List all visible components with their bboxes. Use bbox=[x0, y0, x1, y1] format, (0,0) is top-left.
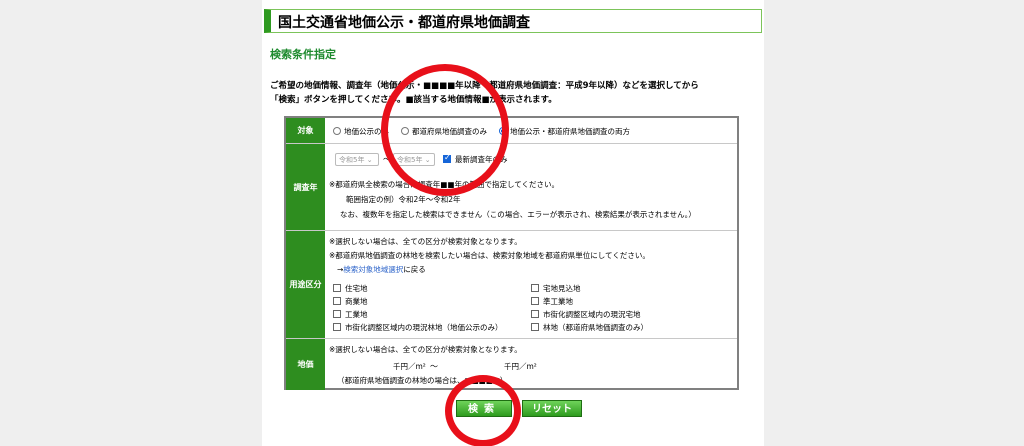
price-min-unit: 千円／m² bbox=[393, 362, 426, 371]
use-note-1: ※選択しない場合は、全ての区分が検索対象となります。 bbox=[329, 237, 522, 246]
use-left-checkbox-4[interactable] bbox=[333, 323, 341, 331]
page-title-bar: 国土交通省地価公示・都道府県地価調査 bbox=[264, 9, 762, 33]
target-option-3[interactable]: 地価公示・都道府県地価調査の両方 bbox=[510, 126, 630, 137]
use-right-label-2[interactable]: 準工業地 bbox=[543, 296, 573, 307]
use-right-label-1[interactable]: 宅地見込地 bbox=[543, 283, 581, 294]
chevron-down-icon: ⌄ bbox=[366, 156, 373, 164]
year-from-select[interactable]: 令和5年 ⌄ bbox=[335, 153, 379, 166]
region-link-line: →検索対象地域選択に戻る bbox=[337, 264, 426, 275]
use-left-label-2[interactable]: 商業地 bbox=[345, 296, 368, 307]
use-right-checkbox-3[interactable] bbox=[531, 310, 539, 318]
price-label: 地価 bbox=[286, 339, 325, 390]
price-max-input[interactable] bbox=[444, 360, 502, 372]
price-max-unit: 千円／m² bbox=[504, 362, 537, 371]
use-left-checkbox-2[interactable] bbox=[333, 297, 341, 305]
year-note-3: なお、複数年を指定した検索はできません（この場合、エラーが表示され、検索結果が表… bbox=[340, 210, 696, 219]
use-row: 用途区分 ※選択しない場合は、全ての区分が検索対象となります。 ※都道府県地価調… bbox=[286, 231, 737, 339]
use-right-label-4[interactable]: 林地（都道府県地価調査のみ） bbox=[543, 322, 648, 333]
use-left-checkbox-3[interactable] bbox=[333, 310, 341, 318]
price-separator: 〜 bbox=[430, 362, 438, 371]
highlight-circle-top bbox=[381, 64, 509, 196]
highlight-circle-bottom bbox=[445, 375, 521, 446]
use-label: 用途区分 bbox=[286, 231, 325, 338]
page-title: 国土交通省地価公示・都道府県地価調査 bbox=[278, 15, 530, 31]
use-note-2: ※都道府県地価調査の林地を検索したい場合は、検索対象地域を都道府県単位にしてくだ… bbox=[329, 251, 650, 260]
use-right-checkbox-2[interactable] bbox=[531, 297, 539, 305]
use-left-label-1[interactable]: 住宅地 bbox=[345, 283, 368, 294]
use-left-label-4[interactable]: 市街化調整区域内の現況林地（地価公示のみ） bbox=[345, 322, 503, 333]
year-row: 調査年 令和5年 ⌄ 〜 令和5年 ⌄ 最新調査年のみ ※都道府県全検索の場合は… bbox=[286, 144, 737, 231]
price-min-input[interactable] bbox=[333, 360, 391, 372]
use-right-checkbox-1[interactable] bbox=[531, 284, 539, 292]
price-row: 地価 ※選択しない場合は、全ての区分が検索対象となります。 千円／m² 〜 千円… bbox=[286, 339, 737, 390]
reset-button[interactable]: リセット bbox=[522, 400, 582, 417]
region-select-link[interactable]: 検索対象地域選択 bbox=[343, 265, 403, 274]
use-left-label-3[interactable]: 工業地 bbox=[345, 309, 368, 320]
section-title: 検索条件指定 bbox=[270, 48, 336, 61]
use-left-checkbox-1[interactable] bbox=[333, 284, 341, 292]
price-note: ※選択しない場合は、全ての区分が検索対象となります。 bbox=[329, 345, 522, 354]
target-radio-1[interactable] bbox=[333, 127, 341, 135]
year-label: 調査年 bbox=[286, 144, 325, 230]
target-label: 対象 bbox=[286, 118, 325, 143]
use-right-label-3[interactable]: 市街化調整区域内の現況宅地 bbox=[543, 309, 641, 320]
region-link-suffix: に戻る bbox=[403, 265, 426, 274]
target-row: 対象 地価公示のみ 都道府県地価調査のみ 地価公示・都道府県地価調査の両方 bbox=[286, 118, 737, 144]
search-form: 対象 地価公示のみ 都道府県地価調査のみ 地価公示・都道府県地価調査の両方 調査… bbox=[284, 116, 739, 390]
year-from-value: 令和5年 bbox=[339, 156, 365, 164]
use-right-checkbox-4[interactable] bbox=[531, 323, 539, 331]
